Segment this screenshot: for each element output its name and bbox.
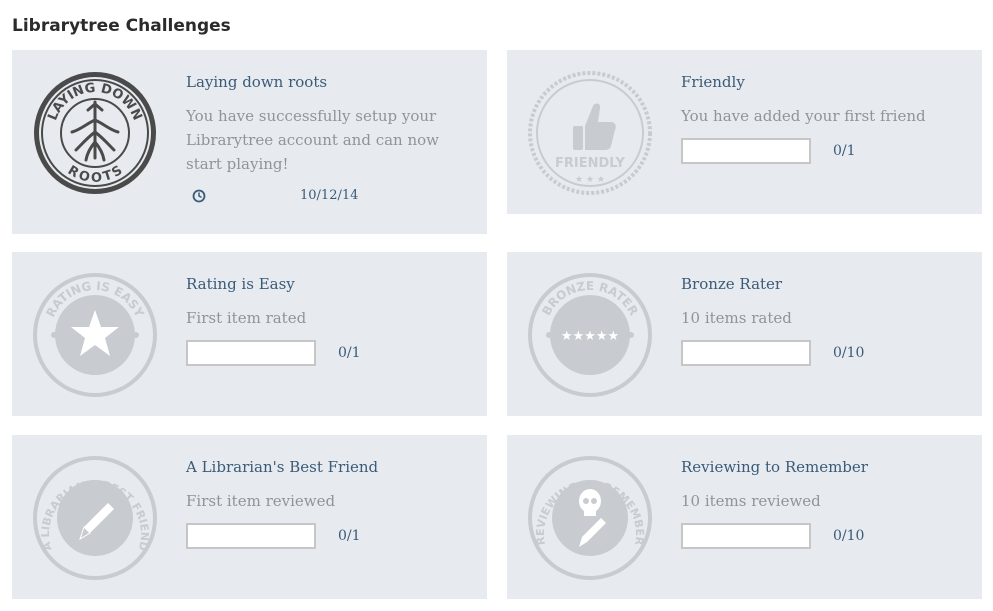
challenge-title: Laying down roots (186, 73, 328, 91)
thumbs-up-icon (573, 103, 616, 150)
five-stars-icon: ★★★★★ (561, 329, 619, 344)
badge-text: FRIENDLY (555, 156, 626, 171)
challenge-title: Bronze Rater (681, 275, 783, 293)
friendly-badge: FRIENDLY ★ ★ ★ (528, 71, 652, 195)
challenge-description: First item rated (186, 309, 307, 327)
challenge-card-rating-is-easy[interactable]: RATING IS EASY Rating is Easy First item… (12, 252, 487, 416)
progress-count: 0/10 (833, 345, 865, 361)
challenge-description: 10 items reviewed (681, 492, 821, 510)
progress-bar (186, 340, 316, 366)
progress-count: 0/10 (833, 528, 865, 544)
rating-is-easy-badge: RATING IS EASY (33, 273, 157, 397)
challenge-card-friendly[interactable]: FRIENDLY ★ ★ ★ Friendly You have added y… (507, 50, 982, 214)
roots-badge: LAYING DOWN ROOTS (34, 72, 156, 194)
bronze-rater-badge: BRONZE RATER ★★★★★ (528, 273, 652, 397)
completion-date: 10/12/14 (300, 188, 359, 203)
progress-count: 0/1 (338, 528, 361, 544)
challenge-title: Rating is Easy (186, 275, 295, 293)
challenge-title: Friendly (681, 73, 745, 91)
challenge-description: You have added your first friend (681, 107, 926, 125)
challenge-title: A Librarian's Best Friend (186, 458, 379, 476)
librarians-best-friend-badge: A LIBRARIAN'S BEST FRIEND (33, 456, 157, 580)
progress-bar (681, 523, 811, 549)
progress-count: 0/1 (338, 345, 361, 361)
challenge-description: 10 items rated (681, 309, 792, 327)
page-title: Librarytree Challenges (12, 16, 231, 36)
progress-bar (186, 523, 316, 549)
clock-icon (192, 189, 206, 202)
badge-stars: ★ ★ ★ (575, 175, 605, 185)
challenge-card-laying-down-roots[interactable]: LAYING DOWN ROOTS Laying down roots You … (12, 50, 487, 234)
challenge-card-reviewing-to-remember[interactable]: REVIEWING TO REMEMBER Reviewing to Remem… (507, 435, 982, 599)
reviewing-to-remember-badge: REVIEWING TO REMEMBER (528, 456, 652, 580)
progress-count: 0/1 (833, 143, 856, 159)
challenge-description: You have successfully setup your Library… (186, 107, 440, 173)
challenge-card-bronze-rater[interactable]: BRONZE RATER ★★★★★ Bronze Rater 10 items… (507, 252, 982, 416)
progress-bar (681, 340, 811, 366)
progress-bar (681, 138, 811, 164)
challenge-description: First item reviewed (186, 492, 336, 510)
challenge-card-librarians-best-friend[interactable]: A LIBRARIAN'S BEST FRIEND A Librarian's … (12, 435, 487, 599)
challenge-title: Reviewing to Remember (681, 458, 868, 476)
